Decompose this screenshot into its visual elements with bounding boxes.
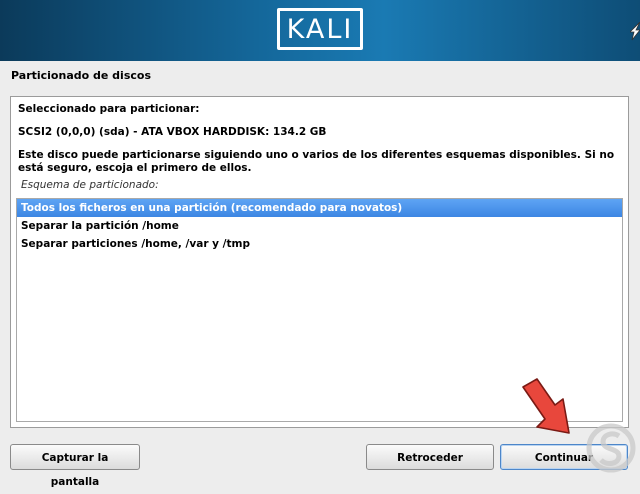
pointer-arrow-icon [522,378,570,434]
page-title: Particionado de discos [11,69,151,82]
kali-logo-text: KALI [286,13,354,45]
screenshot-button[interactable]: Capturar la pantalla [10,444,140,488]
scheme-label: Esquema de particionado: [21,179,159,191]
cursor-icon [630,22,640,41]
kali-banner: KALI [0,0,640,61]
description-text: Este disco puede particionarse siguiendo… [18,149,615,174]
watermark-logo-icon [586,423,636,473]
list-item-separate-home[interactable]: Separar la partición /home [17,217,622,235]
list-item-separate-home-var-tmp[interactable]: Separar particiones /home, /var y /tmp [17,235,622,253]
kali-logo: KALI [277,8,363,50]
back-button[interactable]: Retroceder [366,444,494,470]
selected-for-partition-label: Seleccionado para particionar: [18,103,200,115]
list-item-all-files[interactable]: Todos los ficheros en una partición (rec… [17,199,622,217]
disk-label: SCSI2 (0,0,0) (sda) - ATA VBOX HARDDISK:… [18,126,327,138]
